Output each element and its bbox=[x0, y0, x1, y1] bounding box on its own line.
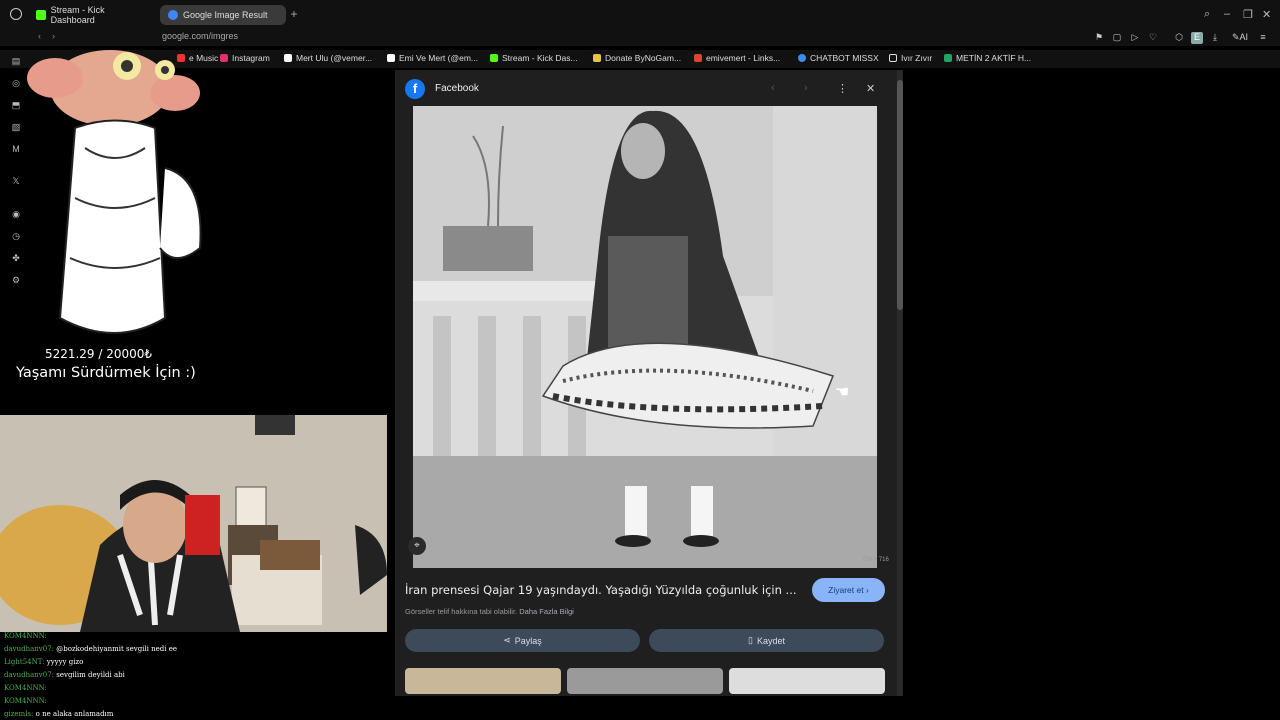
bookmark-label: emivemert - Links... bbox=[706, 53, 781, 63]
bookmark-icon: ▯ bbox=[748, 635, 753, 645]
previous-icon[interactable]: ‹ bbox=[771, 82, 775, 94]
chat-text: yyyyy gizo bbox=[46, 658, 84, 666]
bookmark-label: CHATBOT MISSX bbox=[810, 53, 879, 63]
bookmark-linktree[interactable]: emivemert - Links... bbox=[694, 53, 780, 63]
next-icon[interactable]: › bbox=[804, 82, 808, 94]
copyright-text: Görseller telif hakkına tabi olabilir. bbox=[405, 607, 518, 616]
chat-username: gizemls: bbox=[4, 710, 34, 718]
chat-username: KOM4NNN: bbox=[4, 684, 47, 692]
bookmark-label: Stream - Kick Das... bbox=[502, 53, 578, 63]
profile-icon[interactable]: E bbox=[1191, 32, 1203, 44]
bookmark-label: Emi Ve Mert (@em... bbox=[399, 53, 479, 63]
hand-cursor-icon: ☚ bbox=[835, 384, 850, 401]
chat-username: davudhanv07: bbox=[4, 671, 55, 679]
new-tab-button[interactable]: + bbox=[288, 8, 300, 20]
bookmark-label: Instagram bbox=[232, 53, 270, 63]
related-image-thumbnail[interactable] bbox=[567, 668, 723, 694]
visit-button[interactable]: Ziyaret et › bbox=[812, 578, 885, 602]
bookmark-label: Mert Ulu (@vemer... bbox=[296, 53, 373, 63]
related-image-thumbnail[interactable] bbox=[405, 668, 561, 694]
search-icon[interactable]: ⌕ bbox=[1204, 8, 1210, 21]
chat-message: gizemls: o ne alaka anlamadım bbox=[4, 710, 113, 718]
mascot-illustration bbox=[27, 50, 202, 334]
bookmark-icon[interactable]: ⚑ bbox=[1094, 32, 1104, 42]
bot-icon bbox=[798, 54, 806, 62]
restore-icon[interactable]: ❐ bbox=[1243, 8, 1253, 21]
chat-message: Light54NT: yyyyy gizo bbox=[4, 658, 83, 666]
learn-more-link[interactable]: Daha Fazla Bilgi bbox=[519, 607, 574, 616]
extensions-icon[interactable]: ⬡ bbox=[1174, 32, 1184, 42]
scrollbar-thumb[interactable] bbox=[897, 80, 903, 310]
image-dimensions: 720 × 716 bbox=[862, 557, 889, 563]
bookmark-tiktok[interactable]: Mert Ulu (@vemer... bbox=[284, 53, 372, 63]
more-options-icon[interactable]: ⋮ bbox=[837, 82, 848, 95]
preview-image[interactable] bbox=[413, 106, 877, 568]
linktree-icon bbox=[694, 54, 702, 62]
screenshot-icon[interactable]: ▢ bbox=[1112, 32, 1122, 42]
copyright-notice: Görseller telif hakkına tabi olabilir. D… bbox=[405, 607, 574, 616]
facebook-icon: f bbox=[405, 79, 425, 99]
chat-message: davudhanv07: @bozkodehiyanmit sevgili ne… bbox=[4, 645, 177, 653]
save-label: Kaydet bbox=[756, 635, 785, 646]
visit-label: Ziyaret et bbox=[828, 585, 864, 595]
heart-icon[interactable]: ♡ bbox=[1148, 32, 1158, 42]
tiktok-icon bbox=[284, 54, 292, 62]
bookmark-instagram[interactable]: Instagram bbox=[220, 53, 270, 63]
chat-username: KOM4NNN: bbox=[4, 632, 47, 640]
webcam-scene bbox=[0, 415, 387, 632]
chat-message: KOM4NNN: bbox=[4, 684, 47, 692]
chat-username: Light54NT: bbox=[4, 658, 45, 666]
play-icon[interactable]: ▷ bbox=[1130, 32, 1140, 42]
save-button[interactable]: ▯ Kaydet bbox=[649, 629, 884, 652]
source-name[interactable]: Facebook bbox=[435, 83, 479, 94]
menu-icon[interactable]: ≡ bbox=[1258, 32, 1268, 42]
sheet-icon bbox=[944, 54, 952, 62]
donation-progress: 5221.29 / 20000₺ bbox=[44, 347, 153, 361]
x-icon bbox=[387, 54, 395, 62]
donation-label: Yaşamı Sürdürmek İçin :) bbox=[16, 365, 196, 381]
bookmark-kick[interactable]: Stream - Kick Das... bbox=[490, 53, 578, 63]
lens-search-icon[interactable]: ⌖ bbox=[408, 537, 426, 555]
share-icon: ⋖ bbox=[503, 635, 511, 645]
image-caption[interactable]: İran prensesi Qajar 19 yaşındaydı. Yaşad… bbox=[405, 583, 797, 597]
chat-message: KOM4NNN: bbox=[4, 697, 47, 705]
chat-message: KOM4NNN: bbox=[4, 632, 47, 640]
webcam-feed bbox=[0, 415, 387, 632]
folder-icon bbox=[889, 54, 897, 62]
bookmark-donate[interactable]: Donate ByNoGam... bbox=[593, 53, 681, 63]
close-window-icon[interactable]: ✕ bbox=[1262, 8, 1271, 21]
chat-username: davudhanv07: bbox=[4, 645, 55, 653]
download-icon[interactable]: ⤓ bbox=[1210, 32, 1220, 42]
bookmark-label: Ivır Zıvır bbox=[901, 53, 933, 63]
minimize-icon[interactable]: – bbox=[1224, 8, 1230, 20]
ai-icon[interactable]: ✎AI bbox=[1230, 32, 1250, 42]
bookmark-label: Donate ByNoGam... bbox=[605, 53, 682, 63]
bookmark-chatbot[interactable]: CHATBOT MISSX bbox=[798, 53, 879, 63]
chat-username: KOM4NNN: bbox=[4, 697, 47, 705]
kick-icon bbox=[490, 54, 498, 62]
bookmark-x[interactable]: Emi Ve Mert (@em... bbox=[387, 53, 478, 63]
close-icon[interactable]: ✕ bbox=[866, 82, 875, 95]
donate-icon bbox=[593, 54, 601, 62]
bookmark-folder[interactable]: Ivır Zıvır bbox=[889, 53, 932, 63]
bookmark-label: METİN 2 AKTİF H... bbox=[956, 53, 1032, 63]
chat-text: o ne alaka anlamadım bbox=[35, 710, 114, 718]
chat-text: sevgilim deyildi abi bbox=[56, 671, 125, 679]
bookmark-metin2[interactable]: METİN 2 AKTİF H... bbox=[944, 53, 1031, 63]
chat-message: davudhanv07: sevgilim deyildi abi bbox=[4, 671, 125, 679]
photo-illustration bbox=[413, 106, 877, 568]
share-label: Paylaş bbox=[514, 635, 542, 646]
chevron-right-icon: › bbox=[865, 585, 869, 595]
chat-text: @bozkodehiyanmit sevgili nedi ee bbox=[56, 645, 178, 653]
instagram-icon bbox=[220, 54, 228, 62]
share-button[interactable]: ⋖ Paylaş bbox=[405, 629, 640, 652]
related-image-thumbnail[interactable] bbox=[729, 668, 885, 694]
